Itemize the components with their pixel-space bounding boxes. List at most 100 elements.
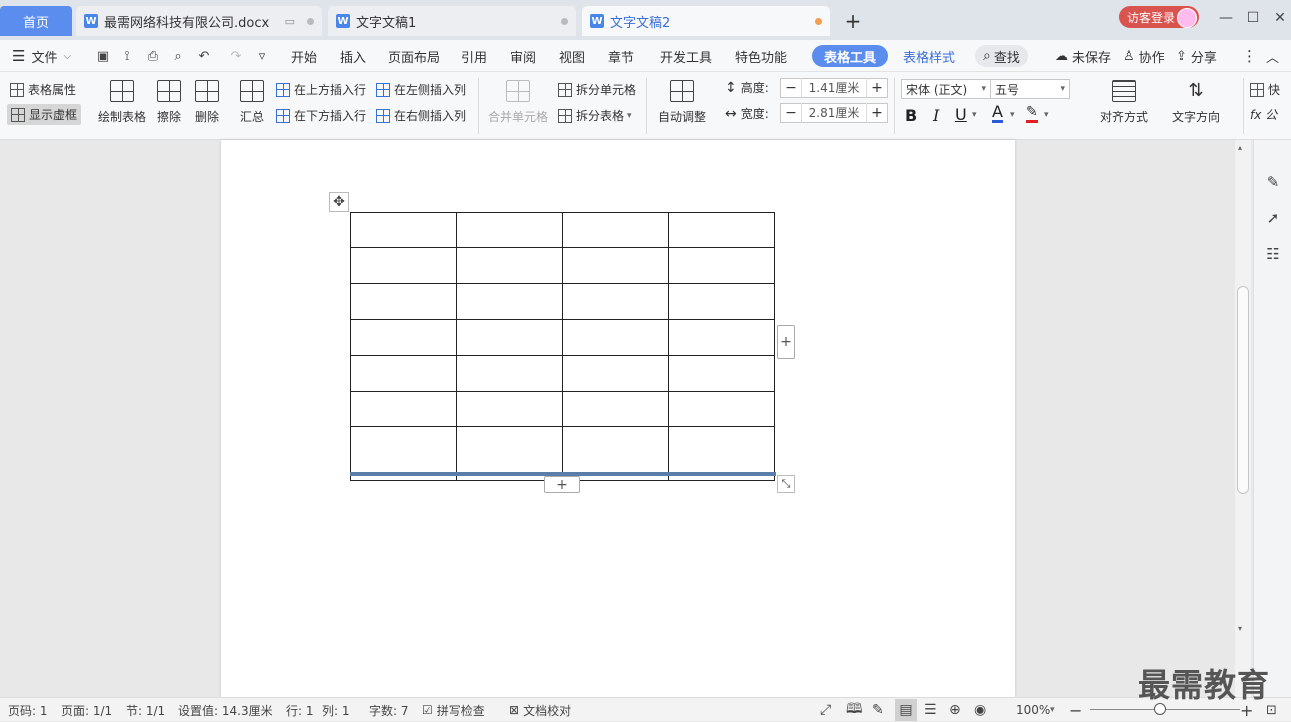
draw-table-button[interactable]: 绘制表格: [98, 80, 146, 125]
delete-button[interactable]: 删除: [195, 80, 219, 125]
split-table-button[interactable]: 拆分表格 ▾: [558, 107, 632, 124]
login-button[interactable]: 访客登录: [1119, 6, 1199, 28]
unsaved-button[interactable]: ☁ 未保存: [1055, 40, 1111, 72]
insert-above-button[interactable]: 在上方插入行: [276, 81, 366, 98]
table-cell[interactable]: [668, 212, 775, 248]
font-name-select[interactable]: 宋体 (正文) ▾: [901, 79, 991, 99]
height-stepper[interactable]: − 1.41厘米 +: [780, 78, 888, 98]
document-table[interactable]: [350, 212, 775, 481]
table-cell[interactable]: [562, 391, 669, 427]
table-cell[interactable]: [350, 391, 457, 427]
outline-view-icon[interactable]: ☰: [924, 698, 937, 722]
table-cell[interactable]: [562, 355, 669, 392]
customize-icon[interactable]: ▿: [254, 48, 270, 64]
table-row[interactable]: [350, 391, 775, 427]
table-props-button[interactable]: 表格属性: [10, 81, 76, 98]
menu-features[interactable]: 特色功能: [735, 40, 787, 72]
table-move-handle[interactable]: ✥: [329, 192, 349, 212]
status-col[interactable]: 列: 1: [322, 698, 350, 722]
spell-check-button[interactable]: ☑ 拼写检查: [422, 698, 485, 722]
share-button[interactable]: ⇪ 分享: [1176, 40, 1217, 72]
print-preview-icon[interactable]: ⌕: [170, 48, 186, 64]
align-button[interactable]: 对齐方式: [1100, 80, 1148, 125]
table-cell[interactable]: [668, 355, 775, 392]
table-cell[interactable]: [456, 247, 563, 284]
merge-cells-button[interactable]: 合并单元格: [488, 80, 548, 125]
text-direction-button[interactable]: ⇅ 文字方向: [1172, 80, 1220, 125]
page-view-icon[interactable]: ▤: [895, 699, 917, 721]
table-cell[interactable]: [668, 391, 775, 427]
width-value[interactable]: 2.81厘米: [801, 103, 867, 123]
height-increase-button[interactable]: +: [867, 80, 887, 96]
show-grid-button[interactable]: 显示虚框: [7, 104, 82, 125]
read-mode-icon[interactable]: 🕮: [846, 698, 863, 722]
table-cell[interactable]: [562, 283, 669, 320]
table-row[interactable]: [350, 319, 775, 356]
write-mode-icon[interactable]: ✎: [872, 698, 884, 722]
add-row-button[interactable]: +: [544, 476, 580, 493]
height-value[interactable]: 1.41厘米: [801, 78, 867, 98]
table-row[interactable]: [350, 283, 775, 320]
status-pages[interactable]: 页面: 1/1: [61, 698, 112, 722]
menu-view[interactable]: 视图: [559, 40, 585, 72]
auto-fit-button[interactable]: 自动调整: [658, 80, 706, 125]
table-cell[interactable]: [668, 319, 775, 356]
table-cell[interactable]: [350, 212, 457, 248]
table-row[interactable]: [350, 212, 775, 248]
caret-down-icon[interactable]: ▾: [972, 110, 977, 120]
table-cell[interactable]: [562, 212, 669, 248]
font-color-button[interactable]: A: [992, 104, 1003, 123]
table-row[interactable]: [350, 247, 775, 284]
minimize-button[interactable]: —: [1214, 8, 1238, 28]
table-cell[interactable]: [562, 247, 669, 284]
width-decrease-button[interactable]: −: [781, 105, 801, 121]
quick-calc-button[interactable]: 快: [1250, 81, 1280, 98]
print-icon[interactable]: ⎙: [145, 48, 161, 64]
menu-references[interactable]: 引用: [461, 40, 487, 72]
web-view-icon[interactable]: ⊕: [949, 698, 961, 722]
settings-sliders-icon[interactable]: ☷: [1263, 244, 1283, 264]
status-row[interactable]: 行: 1: [286, 698, 314, 722]
underline-button[interactable]: U: [955, 105, 967, 124]
table-row[interactable]: [350, 355, 775, 392]
width-increase-button[interactable]: +: [867, 105, 887, 121]
insert-left-button[interactable]: 在左侧插入列: [376, 81, 466, 98]
file-menu[interactable]: ☰ 文件 ⌵: [12, 40, 71, 72]
collapse-ribbon-icon[interactable]: ︿: [1266, 40, 1279, 72]
menu-table-style[interactable]: 表格样式: [903, 40, 955, 72]
italic-button[interactable]: I: [933, 106, 939, 125]
menu-review[interactable]: 审阅: [510, 40, 536, 72]
table-cell[interactable]: [350, 319, 457, 356]
zoom-out-button[interactable]: −: [1069, 698, 1082, 722]
tab-doc-3[interactable]: W 文字文稿2: [582, 6, 830, 36]
summary-button[interactable]: 汇总: [240, 80, 264, 125]
table-cell[interactable]: [456, 212, 563, 248]
caret-down-icon[interactable]: ▾: [1050, 698, 1055, 722]
new-tab-button[interactable]: +: [840, 8, 866, 34]
font-size-select[interactable]: 五号 ▾: [990, 79, 1070, 99]
table-cell[interactable]: [668, 247, 775, 284]
menu-section[interactable]: 章节: [608, 40, 634, 72]
table-cell[interactable]: [350, 355, 457, 392]
menu-start[interactable]: 开始: [291, 40, 317, 72]
table-cell[interactable]: [456, 319, 563, 356]
redo-icon[interactable]: ↷: [228, 48, 244, 64]
search-button[interactable]: ⌕ 查找: [975, 45, 1028, 67]
close-button[interactable]: ✕: [1268, 8, 1291, 28]
caret-down-icon[interactable]: ▾: [1010, 110, 1015, 120]
tab-home[interactable]: 首页: [0, 6, 72, 36]
save-icon[interactable]: ▣: [95, 48, 111, 64]
scroll-up-icon[interactable]: ▴: [1238, 143, 1242, 152]
scrollbar-thumb[interactable]: [1237, 286, 1249, 494]
status-words[interactable]: 字数: 7: [369, 698, 409, 722]
insert-right-button[interactable]: 在右侧插入列: [376, 107, 466, 124]
status-page[interactable]: 页码: 1: [8, 698, 48, 722]
formula-button[interactable]: fx 公: [1250, 106, 1277, 123]
table-cell[interactable]: [456, 283, 563, 320]
proofread-button[interactable]: ⊠ 文档校对: [509, 698, 571, 722]
more-icon[interactable]: ⋮: [1242, 40, 1257, 72]
pen-icon[interactable]: ✎: [1263, 172, 1283, 192]
status-setting[interactable]: 设置值: 14.3厘米: [178, 698, 273, 722]
caret-down-icon[interactable]: ▾: [1044, 110, 1049, 120]
insert-below-button[interactable]: 在下方插入行: [276, 107, 366, 124]
